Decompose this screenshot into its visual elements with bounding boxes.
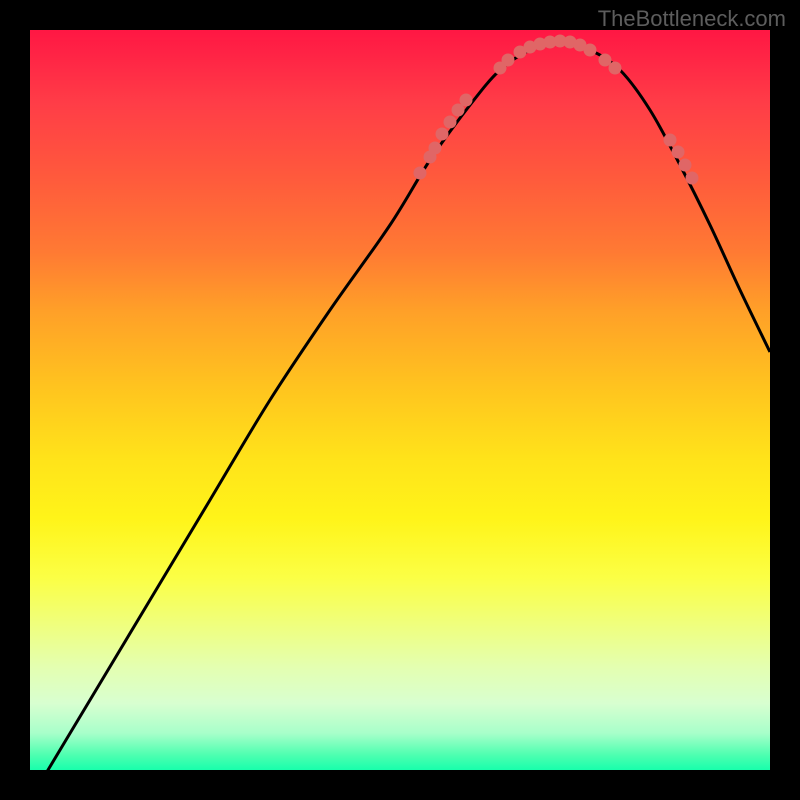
marker-point: [414, 167, 427, 180]
marker-point: [460, 94, 473, 107]
marker-point: [502, 54, 515, 67]
marker-point: [444, 116, 457, 129]
marker-point: [664, 134, 677, 147]
marker-point: [672, 146, 685, 159]
watermark-text: TheBottleneck.com: [598, 6, 786, 32]
bottleneck-curve: [30, 42, 770, 800]
highlight-markers: [414, 35, 699, 185]
marker-point: [436, 128, 449, 141]
chart-canvas: TheBottleneck.com: [0, 0, 800, 800]
marker-point: [679, 159, 692, 172]
marker-point: [429, 142, 442, 155]
marker-point: [609, 62, 622, 75]
marker-point: [686, 172, 699, 185]
marker-point: [584, 44, 597, 57]
chart-svg: [30, 30, 770, 770]
